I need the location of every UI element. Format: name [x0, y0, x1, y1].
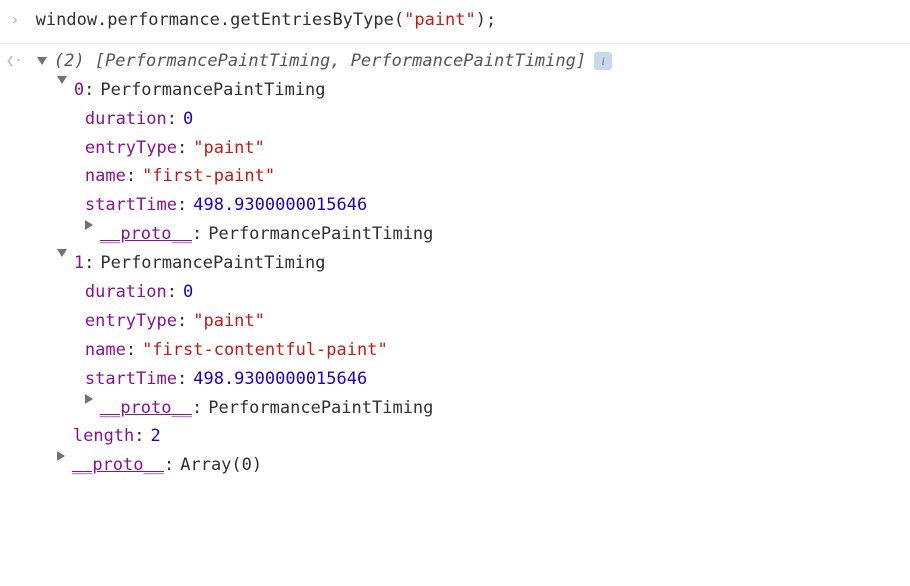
console-output-line: ❮⋅ (2) [PerformancePaintTiming, Performa… [0, 44, 910, 483]
tree-row-property[interactable]: duration: 0 [37, 278, 900, 307]
tree-row-array-proto[interactable]: __proto__: Array(0) [37, 451, 900, 480]
prop-value: "first-contentful-paint" [142, 336, 388, 365]
output-tree: 0: PerformancePaintTiming duration: 0 en… [37, 76, 900, 480]
chevron-right-icon[interactable] [57, 451, 65, 461]
output-indicator-icon: ❮⋅ [6, 47, 23, 75]
prop-value: 498.9300000015646 [193, 365, 367, 394]
tree-row-entry[interactable]: 1: PerformancePaintTiming [37, 249, 900, 278]
proto-key: __proto__ [100, 220, 192, 249]
chevron-right-icon[interactable] [85, 220, 93, 230]
tree-row-property[interactable]: duration: 0 [37, 105, 900, 134]
prop-value: "paint" [193, 134, 265, 163]
prop-key: name [85, 336, 126, 365]
entry-type: PerformancePaintTiming [100, 76, 325, 105]
tree-row-property[interactable]: entryType: "paint" [37, 134, 900, 163]
prop-key: duration [85, 105, 167, 134]
length-value: 2 [151, 422, 161, 451]
prop-value: 0 [183, 278, 193, 307]
input-prompt-icon: › [10, 6, 20, 35]
prop-key: startTime [85, 191, 177, 220]
proto-value: PerformancePaintTiming [208, 394, 433, 423]
array-summary: (2) [PerformancePaintTiming, Performance… [54, 47, 586, 76]
input-code: window.performance.getEntriesByType("pai… [36, 6, 497, 35]
tree-row-proto[interactable]: __proto__: PerformancePaintTiming [37, 220, 900, 249]
entry-index: 0 [74, 76, 84, 105]
proto-key: __proto__ [100, 394, 192, 423]
tree-row-property[interactable]: name: "first-paint" [37, 162, 900, 191]
tree-row-property[interactable]: startTime: 498.9300000015646 [37, 365, 900, 394]
tree-row-property[interactable]: startTime: 498.9300000015646 [37, 191, 900, 220]
output-summary[interactable]: (2) [PerformancePaintTiming, Performance… [37, 47, 900, 76]
prop-value: "first-paint" [142, 162, 275, 191]
code-string-arg: "paint" [404, 10, 476, 30]
chevron-down-icon[interactable] [57, 76, 67, 84]
tree-row-entry[interactable]: 0: PerformancePaintTiming [37, 76, 900, 105]
prop-key: duration [85, 278, 167, 307]
array-types: [PerformancePaintTiming, PerformancePain… [95, 51, 586, 71]
entry-index: 1 [74, 249, 84, 278]
prop-value: "paint" [193, 307, 265, 336]
console-input-line[interactable]: › window.performance.getEntriesByType("p… [0, 0, 910, 44]
array-proto-value: Array(0) [180, 451, 262, 480]
tree-row-proto[interactable]: __proto__: PerformancePaintTiming [37, 394, 900, 423]
proto-value: PerformancePaintTiming [208, 220, 433, 249]
tree-row-property[interactable]: name: "first-contentful-paint" [37, 336, 900, 365]
output-content: (2) [PerformancePaintTiming, Performance… [37, 47, 900, 480]
prop-key: entryType [85, 134, 177, 163]
length-key: length [73, 422, 134, 451]
array-proto-key: __proto__ [72, 451, 164, 480]
array-count: (2) [54, 51, 85, 71]
prop-key: entryType [85, 307, 177, 336]
entry-type: PerformancePaintTiming [100, 249, 325, 278]
prop-key: name [85, 162, 126, 191]
chevron-down-icon[interactable] [57, 249, 67, 257]
disclosure-triangle-icon[interactable] [37, 57, 47, 65]
chevron-right-icon[interactable] [85, 394, 93, 404]
prop-key: startTime [85, 365, 177, 394]
tree-row-property[interactable]: entryType: "paint" [37, 307, 900, 336]
info-badge-icon[interactable]: i [594, 52, 612, 70]
prop-value: 498.9300000015646 [193, 191, 367, 220]
code-prefix: window.performance.getEntriesByType( [36, 10, 404, 30]
prop-value: 0 [183, 105, 193, 134]
tree-row-length[interactable]: length: 2 [37, 422, 900, 451]
code-suffix: ); [476, 10, 496, 30]
